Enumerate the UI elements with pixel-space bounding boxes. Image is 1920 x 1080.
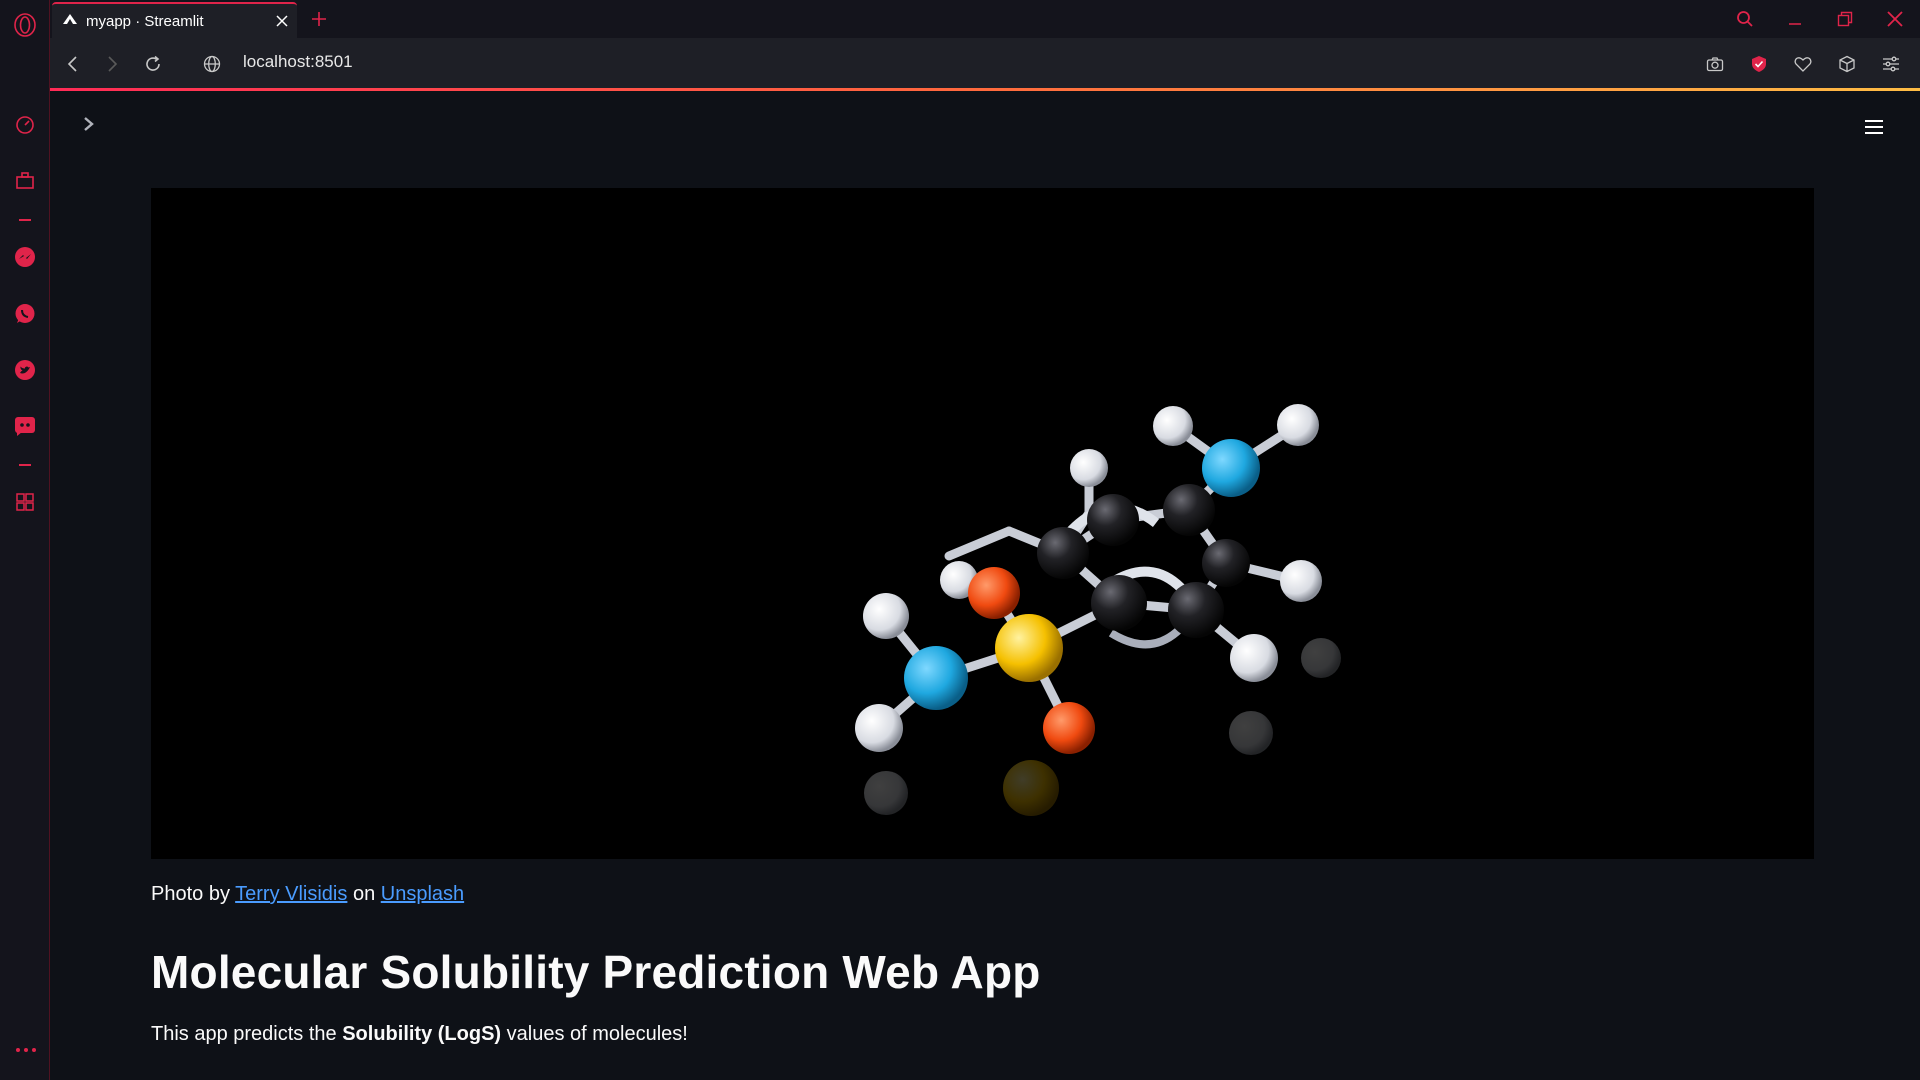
messenger-icon[interactable] (13, 245, 37, 269)
browser-sidebar (0, 0, 50, 1080)
caption-prefix: Photo by (151, 883, 236, 905)
sidebar-divider (19, 464, 31, 466)
opera-logo-icon[interactable] (13, 13, 37, 37)
back-icon[interactable] (60, 51, 86, 77)
new-tab-icon[interactable] (306, 6, 332, 32)
extensions-icon[interactable] (13, 490, 37, 514)
easy-setup-icon[interactable] (1876, 51, 1906, 77)
ad-blocker-shield-icon[interactable] (1744, 51, 1774, 77)
expand-sidebar-icon[interactable] (76, 111, 102, 137)
molecule-photo (151, 188, 1814, 859)
close-tab-icon[interactable] (267, 6, 297, 36)
close-window-icon[interactable] (1870, 0, 1920, 38)
caption-middle: on (347, 883, 381, 905)
description-before: This app predicts the (151, 1023, 343, 1045)
forward-icon[interactable] (99, 51, 125, 77)
minimize-icon[interactable] (1770, 0, 1820, 38)
camera-icon[interactable] (1700, 51, 1730, 77)
streamlit-app: Photo by Terry Vlisidis on Unsplash Mole… (50, 93, 1920, 1080)
app-description: This app predicts the Solubility (LogS) … (151, 1023, 688, 1046)
bookmark-heart-icon[interactable] (1788, 51, 1818, 77)
window-controls (1720, 0, 1920, 38)
image-caption: Photo by Terry Vlisidis on Unsplash (151, 883, 464, 906)
description-bold: Solubility (LogS) (342, 1023, 502, 1045)
sidebar-divider (19, 219, 31, 221)
workspace-icon[interactable] (13, 169, 37, 193)
description-after: values of molecules! (501, 1023, 688, 1045)
unsplash-link[interactable]: Unsplash (381, 883, 464, 905)
tab-strip: myapp · Streamlit (50, 0, 1920, 38)
url-field[interactable]: localhost:8501 (243, 52, 353, 72)
search-tabs-icon[interactable] (1720, 0, 1770, 38)
speed-dial-icon[interactable] (13, 113, 37, 137)
author-link[interactable]: Terry Vlisidis (235, 883, 347, 905)
discord-icon[interactable] (13, 414, 37, 438)
globe-icon[interactable] (200, 52, 224, 76)
twitter-icon[interactable] (13, 358, 37, 382)
browser-tab[interactable]: myapp · Streamlit (52, 2, 297, 38)
whatsapp-icon[interactable] (13, 302, 37, 326)
address-bar-tools (1700, 51, 1906, 77)
tab-title: myapp · Streamlit (86, 12, 204, 30)
restore-icon[interactable] (1820, 0, 1870, 38)
main-menu-icon[interactable] (1858, 113, 1890, 141)
streamlit-favicon-icon (62, 12, 78, 31)
cube-icon[interactable] (1832, 51, 1862, 77)
more-options-icon[interactable] (14, 1040, 38, 1060)
reload-icon[interactable] (140, 51, 166, 77)
address-bar-row: localhost:8501 (50, 38, 1920, 91)
page-title: Molecular Solubility Prediction Web App (151, 946, 1041, 998)
